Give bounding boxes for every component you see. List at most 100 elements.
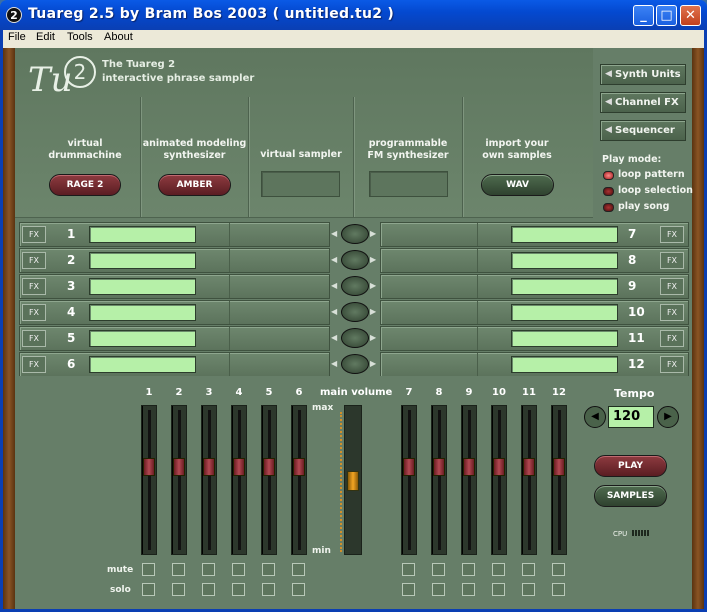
menu-tools[interactable]: Tools [67,31,93,43]
track-fx-button[interactable]: FX [660,330,684,347]
track-selector-knob[interactable] [341,328,369,348]
app-icon[interactable]: 2 [6,7,22,23]
loop-pattern-label[interactable]: loop pattern [618,169,685,180]
track-selector-knob[interactable] [341,354,369,374]
arrow-left-icon[interactable]: ◀ [331,359,337,368]
channel-fader[interactable] [431,405,447,555]
solo-checkbox[interactable] [202,583,215,596]
fader-knob[interactable] [233,458,245,476]
arrow-right-icon[interactable]: ▶ [370,307,376,316]
solo-checkbox[interactable] [292,583,305,596]
solo-checkbox[interactable] [142,583,155,596]
play-song-label[interactable]: play song [618,201,669,212]
main-volume-knob[interactable] [347,471,359,491]
track-pattern-bar[interactable] [89,278,196,295]
wav-button[interactable]: WAV [481,174,554,196]
channel-fader[interactable] [491,405,507,555]
solo-checkbox[interactable] [552,583,565,596]
sampler-slot[interactable] [261,171,340,197]
track-pattern-bar[interactable] [89,356,196,373]
mute-checkbox[interactable] [202,563,215,576]
channel-fader[interactable] [171,405,187,555]
fm-synth-slot[interactable] [369,171,448,197]
arrow-right-icon[interactable]: ▶ [370,333,376,342]
menu-file[interactable]: File [8,31,26,43]
solo-checkbox[interactable] [432,583,445,596]
minimize-button[interactable]: _ [633,5,654,26]
track-pattern-bar[interactable] [511,304,618,321]
solo-checkbox[interactable] [462,583,475,596]
arrow-left-icon[interactable]: ◀ [331,255,337,264]
track-fx-button[interactable]: FX [22,252,46,269]
fader-knob[interactable] [203,458,215,476]
amber-button[interactable]: AMBER [158,174,231,196]
channel-fader[interactable] [291,405,307,555]
track-selector-knob[interactable] [341,276,369,296]
track-fx-button[interactable]: FX [22,278,46,295]
track-fx-button[interactable]: FX [22,226,46,243]
mute-checkbox[interactable] [172,563,185,576]
track-pattern-bar[interactable] [511,252,618,269]
track-selector-knob[interactable] [341,250,369,270]
track-fx-button[interactable]: FX [660,252,684,269]
solo-checkbox[interactable] [172,583,185,596]
track-pattern-bar[interactable] [511,278,618,295]
track-selector-knob[interactable] [341,224,369,244]
channel-fader[interactable] [461,405,477,555]
fader-knob[interactable] [403,458,415,476]
arrow-right-icon[interactable]: ▶ [370,359,376,368]
arrow-left-icon[interactable]: ◀ [331,307,337,316]
track-pattern-bar[interactable] [89,304,196,321]
track-pattern-bar[interactable] [89,252,196,269]
track-fx-button[interactable]: FX [660,356,684,373]
track-fx-button[interactable]: FX [660,304,684,321]
tempo-down-button[interactable]: ◀ [584,406,606,428]
mute-checkbox[interactable] [262,563,275,576]
channel-fader[interactable] [401,405,417,555]
fader-knob[interactable] [263,458,275,476]
channel-fader[interactable] [521,405,537,555]
track-fx-button[interactable]: FX [660,278,684,295]
mute-checkbox[interactable] [492,563,505,576]
arrow-right-icon[interactable]: ▶ [370,229,376,238]
channel-fader[interactable] [201,405,217,555]
play-button[interactable]: PLAY [594,455,667,477]
track-fx-button[interactable]: FX [22,330,46,347]
channel-fx-button[interactable]: ◀ Channel FX [600,92,686,113]
solo-checkbox[interactable] [522,583,535,596]
loop-pattern-led[interactable] [603,171,614,180]
rage2-button[interactable]: RAGE 2 [49,174,121,196]
fader-knob[interactable] [143,458,155,476]
track-selector-knob[interactable] [341,302,369,322]
fader-knob[interactable] [433,458,445,476]
track-pattern-bar[interactable] [511,330,618,347]
arrow-right-icon[interactable]: ▶ [370,281,376,290]
mute-checkbox[interactable] [432,563,445,576]
synth-units-button[interactable]: ◀ Synth Units [600,64,686,85]
track-pattern-bar[interactable] [511,226,618,243]
solo-checkbox[interactable] [262,583,275,596]
arrow-left-icon[interactable]: ◀ [331,281,337,290]
play-song-led[interactable] [603,203,614,212]
track-pattern-bar[interactable] [89,330,196,347]
sequencer-button[interactable]: ◀ Sequencer [600,120,686,141]
loop-selection-label[interactable]: loop selection [618,185,693,196]
fader-knob[interactable] [173,458,185,476]
channel-fader[interactable] [551,405,567,555]
samples-button[interactable]: SAMPLES [594,485,667,507]
fader-knob[interactable] [293,458,305,476]
arrow-left-icon[interactable]: ◀ [331,229,337,238]
tempo-value[interactable]: 120 [608,406,654,428]
solo-checkbox[interactable] [492,583,505,596]
channel-fader[interactable] [141,405,157,555]
arrow-right-icon[interactable]: ▶ [370,255,376,264]
channel-fader[interactable] [231,405,247,555]
fader-knob[interactable] [463,458,475,476]
mute-checkbox[interactable] [462,563,475,576]
mute-checkbox[interactable] [402,563,415,576]
menu-edit[interactable]: Edit [36,31,55,43]
mute-checkbox[interactable] [552,563,565,576]
solo-checkbox[interactable] [232,583,245,596]
close-button[interactable]: ✕ [680,5,701,26]
mute-checkbox[interactable] [142,563,155,576]
